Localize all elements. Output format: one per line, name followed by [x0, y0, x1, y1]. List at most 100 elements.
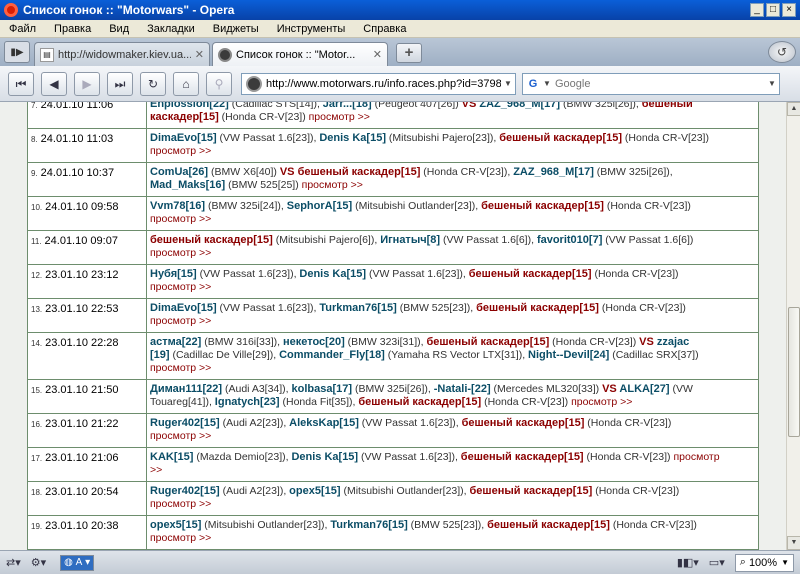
- view-race-link[interactable]: просмотр >>: [150, 281, 211, 293]
- view-race-link[interactable]: просмотр >>: [150, 430, 211, 442]
- menu-help[interactable]: Справка: [354, 23, 415, 35]
- player-link[interactable]: Диман111[22]: [150, 383, 222, 395]
- player-link[interactable]: Denis Ka[15]: [319, 132, 386, 144]
- player-link[interactable]: Ignatych[23]: [215, 396, 280, 408]
- view-race-link[interactable]: просмотр >>: [309, 111, 370, 123]
- vertical-scrollbar[interactable]: ▲ ▼: [786, 102, 800, 550]
- player-link[interactable]: бешеный каскадер[15]: [476, 302, 599, 314]
- scrollbar-thumb[interactable]: [788, 307, 800, 437]
- player-link[interactable]: бешеный каскадер[15]: [487, 519, 610, 531]
- player-link[interactable]: [19]: [150, 349, 170, 361]
- player-link[interactable]: бешеный каскадер[15]: [462, 417, 585, 429]
- google-search-engine-icon[interactable]: G: [526, 77, 540, 91]
- view-race-link[interactable]: просмотр >>: [150, 532, 211, 544]
- player-link[interactable]: SephorA[15]: [287, 200, 352, 212]
- panel-icon[interactable]: ▮◧▾: [677, 556, 699, 569]
- player-link[interactable]: некетос[20]: [283, 336, 345, 348]
- menu-edit[interactable]: Правка: [45, 23, 100, 35]
- network-icon[interactable]: ⚙▾: [31, 556, 46, 569]
- player-link[interactable]: AleksKap[15]: [289, 417, 359, 429]
- view-race-link[interactable]: просмотр >>: [302, 179, 363, 191]
- panel-toggle-button[interactable]: ▮▶: [4, 41, 30, 63]
- sync-icon[interactable]: ⇄▾: [6, 556, 21, 569]
- search-dropdown-icon[interactable]: ▼: [765, 79, 779, 88]
- player-link[interactable]: Turkman76[15]: [319, 302, 396, 314]
- home-button[interactable]: ⌂: [173, 71, 199, 96]
- player-link[interactable]: Night--Devil[24]: [528, 349, 609, 361]
- player-link[interactable]: opex5[15]: [289, 485, 340, 497]
- player-link[interactable]: ZAZ_968_M[17]: [479, 102, 560, 110]
- player-link[interactable]: favorit010[7]: [537, 234, 602, 246]
- player-link[interactable]: Ruger402[15]: [150, 417, 220, 429]
- player-link[interactable]: бешеный: [642, 102, 693, 110]
- scroll-up-icon[interactable]: ▲: [787, 102, 800, 116]
- player-link[interactable]: Denis Ka[15]: [291, 451, 358, 463]
- menu-widgets[interactable]: Виджеты: [204, 23, 268, 35]
- search-engine-dropdown-icon[interactable]: ▼: [543, 79, 551, 88]
- player-link[interactable]: каскадер[15]: [150, 111, 219, 123]
- view-race-link[interactable]: просмотр: [673, 451, 719, 463]
- maximize-button[interactable]: □: [766, 3, 780, 17]
- menu-tools[interactable]: Инструменты: [268, 23, 355, 35]
- search-input[interactable]: [555, 77, 765, 90]
- view-race-link[interactable]: просмотр >>: [150, 315, 211, 327]
- player-link[interactable]: бешеный каскадер[15]: [470, 485, 593, 497]
- tab-widowmaker[interactable]: ▤ http://widowmaker.kiev.ua... ✕: [34, 42, 210, 66]
- player-link[interactable]: Нубя[15]: [150, 268, 197, 280]
- back-button[interactable]: ◀: [41, 71, 67, 96]
- close-window-button[interactable]: ×: [782, 3, 796, 17]
- player-link[interactable]: Denis Ka[15]: [299, 268, 366, 280]
- fast-forward-button[interactable]: ⏭: [107, 71, 133, 96]
- view-icon[interactable]: ▭▾: [709, 556, 725, 569]
- address-url[interactable]: http://www.motorwars.ru/info.races.php?i…: [266, 78, 501, 90]
- player-link[interactable]: бешеный каскадер[15]: [150, 234, 273, 246]
- player-link[interactable]: DimaEvo[15]: [150, 132, 217, 144]
- view-race-link[interactable]: просмотр >>: [150, 498, 211, 510]
- close-tab-icon[interactable]: ✕: [195, 48, 204, 61]
- minimize-button[interactable]: _: [750, 3, 764, 17]
- close-tab-icon[interactable]: ✕: [373, 48, 382, 61]
- player-link[interactable]: ZAZ_968_M[17]: [513, 166, 594, 178]
- player-link[interactable]: Vvm78[16]: [150, 200, 205, 212]
- player-link[interactable]: бешеный каскадер[15]: [298, 166, 421, 178]
- view-race-link[interactable]: >>: [150, 464, 162, 476]
- player-link[interactable]: бешеный каскадер[15]: [461, 451, 584, 463]
- player-link[interactable]: астма[22]: [150, 336, 201, 348]
- security-icon[interactable]: ⚲: [206, 71, 232, 96]
- new-tab-button[interactable]: +: [396, 43, 422, 63]
- player-link[interactable]: -Natali-[22]: [434, 383, 491, 395]
- player-link[interactable]: ComUa[26]: [150, 166, 208, 178]
- player-link[interactable]: Ruger402[15]: [150, 485, 220, 497]
- forward-button[interactable]: ▶: [74, 71, 100, 96]
- player-link[interactable]: zzajac: [657, 336, 689, 348]
- player-link[interactable]: бешеный каскадер[15]: [499, 132, 622, 144]
- player-link[interactable]: Jаrr...[18]: [323, 102, 372, 110]
- menu-bookmarks[interactable]: Закладки: [138, 23, 204, 35]
- zoom-control[interactable]: ⌕ 100% ▼: [734, 553, 794, 572]
- player-link[interactable]: kolbasa[17]: [292, 383, 353, 395]
- player-link[interactable]: бешеный каскадер[15]: [481, 200, 604, 212]
- player-link[interactable]: бешеный каскадер[15]: [469, 268, 592, 280]
- address-dropdown-icon[interactable]: ▼: [501, 79, 515, 88]
- view-race-link[interactable]: просмотр >>: [150, 362, 211, 374]
- view-race-link[interactable]: просмотр >>: [571, 396, 632, 408]
- scroll-down-icon[interactable]: ▼: [787, 536, 800, 550]
- tab-motorwars[interactable]: Список гонок :: "Motor... ✕: [212, 42, 388, 66]
- player-link[interactable]: Commander_Fly[18]: [279, 349, 385, 361]
- speed-dial-mode-indicator[interactable]: ◍ A ▾: [60, 554, 95, 571]
- player-link[interactable]: Игнатыч[8]: [380, 234, 440, 246]
- menu-file[interactable]: Файл: [0, 23, 45, 35]
- view-race-link[interactable]: просмотр >>: [150, 145, 211, 157]
- player-link[interactable]: бешеный каскадер[15]: [426, 336, 549, 348]
- player-link[interactable]: KAK[15]: [150, 451, 193, 463]
- reload-button[interactable]: ↻: [140, 71, 166, 96]
- player-link[interactable]: ALKA[27]: [619, 383, 669, 395]
- view-race-link[interactable]: просмотр >>: [150, 247, 211, 259]
- player-link[interactable]: opex5[15]: [150, 519, 201, 531]
- player-link[interactable]: DimaEvo[15]: [150, 302, 217, 314]
- address-bar[interactable]: http://www.motorwars.ru/info.races.php?i…: [241, 72, 516, 95]
- menu-view[interactable]: Вид: [100, 23, 138, 35]
- closed-tabs-trash-icon[interactable]: ↺: [768, 41, 796, 63]
- player-link[interactable]: бешеный каскадер[15]: [358, 396, 481, 408]
- player-link[interactable]: Turkman76[15]: [330, 519, 407, 531]
